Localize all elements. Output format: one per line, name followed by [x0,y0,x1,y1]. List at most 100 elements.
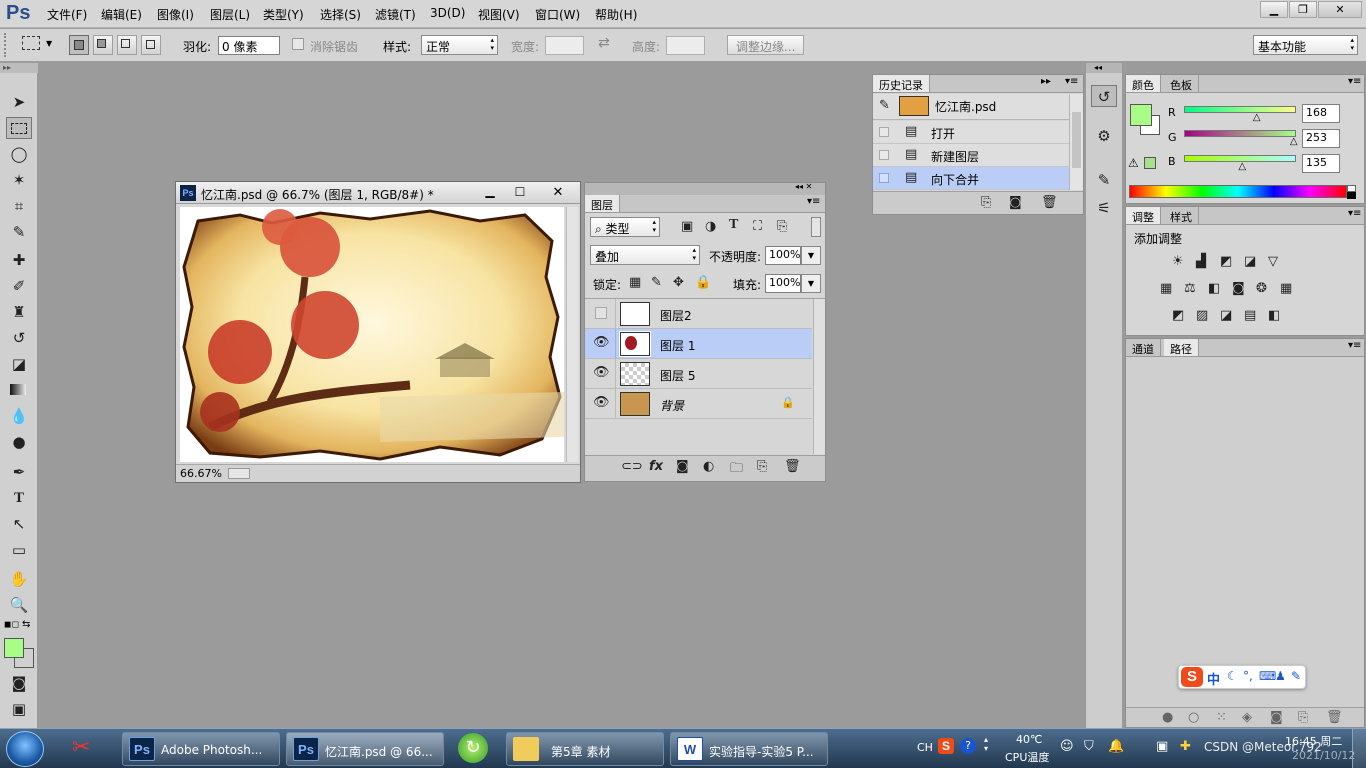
tab-history[interactable]: 历史记录 [873,75,930,92]
path-selection-tool-icon[interactable]: ↖ [6,513,32,535]
keyboard-icon[interactable]: ⌨ [1259,669,1276,683]
black-white-icon[interactable]: ◧ [1208,281,1220,296]
height-input[interactable] [666,36,705,55]
b-slider-thumb[interactable]: △ [1238,161,1246,172]
history-source-checkbox[interactable] [879,173,889,183]
adjustment-icon[interactable]: ◐ [703,459,714,474]
tab-paths[interactable]: 路径 [1164,339,1199,356]
layer-name[interactable]: 图层 5 [660,367,695,384]
history-brush-source-icon[interactable]: ✎ [879,98,890,113]
mask-icon[interactable]: ◙ [676,459,689,474]
clock-date[interactable]: 2021/10/12 [1292,749,1355,762]
snipping-tool-icon[interactable]: ✂ [72,735,90,760]
color-lookup-icon[interactable]: ▦ [1280,281,1292,296]
menu-filter[interactable]: 滤镜(T) [375,6,416,23]
move-tool-icon[interactable]: ➤ [6,91,32,113]
restore-button[interactable]: ❐ [1289,1,1317,18]
foreground-color-swatch[interactable] [4,638,24,658]
history-brush-tool-icon[interactable]: ↺ [6,327,32,349]
menu-file[interactable]: 文件(F) [47,6,87,23]
zoom-tool-icon[interactable]: 🔍 [6,594,32,616]
channel-mixer-icon[interactable]: ❂ [1256,281,1267,296]
marquee-preset-icon[interactable] [22,36,40,50]
pen-tool-icon[interactable]: ✒ [6,461,32,483]
tab-adjustments[interactable]: 调整 [1126,207,1161,224]
clock-time[interactable]: 16:45 周二 [1285,733,1342,749]
filter-shape-icon[interactable]: ⛶ [753,219,762,234]
taskbar-item-word[interactable]: W 实验指导-实验5 P... [670,732,828,766]
layers-panel-header[interactable]: ◂◂ ✕ [585,182,825,195]
feather-input[interactable]: 0 像素 [218,36,280,55]
add-mask-icon[interactable]: ◙ [1270,710,1283,725]
skin-icon[interactable]: ♟ [1275,669,1286,683]
panel-menu-icon[interactable]: ▾≡ [1348,76,1361,87]
group-icon[interactable]: 🗀 [730,459,743,481]
color-balance-icon[interactable]: ⚖ [1184,281,1196,296]
moon-icon[interactable]: ☾ [1227,669,1238,683]
stroke-path-icon[interactable]: ○ [1188,710,1199,725]
layers-scrollbar[interactable] [813,299,825,454]
new-layer-icon[interactable]: ⎘ [757,459,767,474]
minimize-button[interactable]: ▁ [1260,1,1288,18]
history-snapshot[interactable]: ✎ 忆江南.psd [873,94,1069,120]
blur-tool-icon[interactable]: 💧 [6,405,32,427]
menu-edit[interactable]: 编辑(E) [101,6,142,23]
brightness-contrast-icon[interactable]: ☀ [1172,254,1184,269]
menu-select[interactable]: 选择(S) [320,6,361,23]
layer-row[interactable]: 图层2 [585,299,812,329]
g-slider[interactable] [1184,130,1296,137]
tray-app-icon[interactable]: ✚ [1180,739,1191,754]
antialias-checkbox[interactable] [292,38,304,50]
lock-pixels-icon[interactable]: ✎ [651,275,662,290]
menu-view[interactable]: 视图(V) [478,6,520,23]
style-select[interactable]: 正常 [421,35,498,55]
spectrum-black[interactable] [1347,192,1356,199]
layer-name[interactable]: 图层 1 [660,337,695,354]
r-slider[interactable] [1184,106,1296,113]
properties-panel-icon[interactable]: ⚙ [1091,125,1117,147]
tray-expand-icon[interactable]: ▴ ▾ [984,735,988,753]
brush-presets-icon[interactable]: ⚟ [1091,197,1117,219]
fill-path-icon[interactable]: ● [1162,710,1173,725]
sogou-tray-icon[interactable]: S [938,738,954,754]
menu-type[interactable]: 类型(Y) [263,6,304,23]
lock-transparent-icon[interactable]: ▦ [629,275,641,290]
invert-icon[interactable]: ◩ [1172,308,1184,323]
healing-brush-tool-icon[interactable]: ✚ [6,249,32,271]
canvas[interactable] [180,207,564,462]
lasso-tool-icon[interactable]: ◯ [6,143,32,165]
document-titlebar[interactable]: Ps 忆江南.psd @ 66.7% (图层 1, RGB/8#) * ▁ ☐ … [176,182,580,204]
spectrum-white[interactable] [1347,185,1356,192]
eye-icon[interactable]: 👁 [593,395,610,410]
taskbar-item-document[interactable]: Ps 忆江南.psd @ 66... [286,732,444,766]
crop-tool-icon[interactable]: ⌗ [6,195,32,217]
refresh-app-icon[interactable]: ↻ [458,733,488,763]
panel-menu-icon[interactable]: ▾≡ [1348,340,1361,351]
collapse-icon[interactable]: ◂◂ ✕ [795,182,812,191]
magic-wand-tool-icon[interactable]: ✶ [6,169,32,191]
new-selection-button[interactable] [69,35,89,55]
history-item[interactable]: ▤ 向下合并 [873,167,1069,190]
curves-icon[interactable]: ◩ [1220,254,1232,269]
camera-icon[interactable]: ◙ [1009,195,1022,210]
add-selection-button[interactable] [93,35,113,55]
g-slider-thumb[interactable]: △ [1290,136,1298,147]
history-source-checkbox[interactable] [879,127,889,137]
trash-icon[interactable]: 🗑 [784,459,801,474]
layer-row[interactable]: 👁 图层 1 [585,329,812,359]
vertical-scrollbar[interactable] [566,207,578,462]
filter-adjustment-icon[interactable]: ◑ [705,219,716,234]
workspace-select[interactable]: 基本功能 [1253,35,1358,55]
selective-color-icon[interactable]: ◧ [1268,308,1280,323]
language-indicator[interactable]: CH [917,741,933,754]
link-icon[interactable]: ⊂⊃ [621,459,643,474]
lock-position-icon[interactable]: ✥ [673,275,684,290]
menu-window[interactable]: 窗口(W) [535,6,580,23]
r-input[interactable]: 168 [1302,104,1340,123]
notification-icon[interactable]: 🔔 [1108,739,1124,754]
expand-icon[interactable]: ▸▸ [1041,76,1051,87]
out-of-gamut-warning-icon[interactable]: ⚠ [1128,156,1139,170]
document-window[interactable]: Ps 忆江南.psd @ 66.7% (图层 1, RGB/8#) * ▁ ☐ … [175,181,581,483]
taskbar-item-photoshop[interactable]: Ps Adobe Photosh... [122,732,280,766]
settings-icon[interactable]: ✎ [1291,669,1301,683]
